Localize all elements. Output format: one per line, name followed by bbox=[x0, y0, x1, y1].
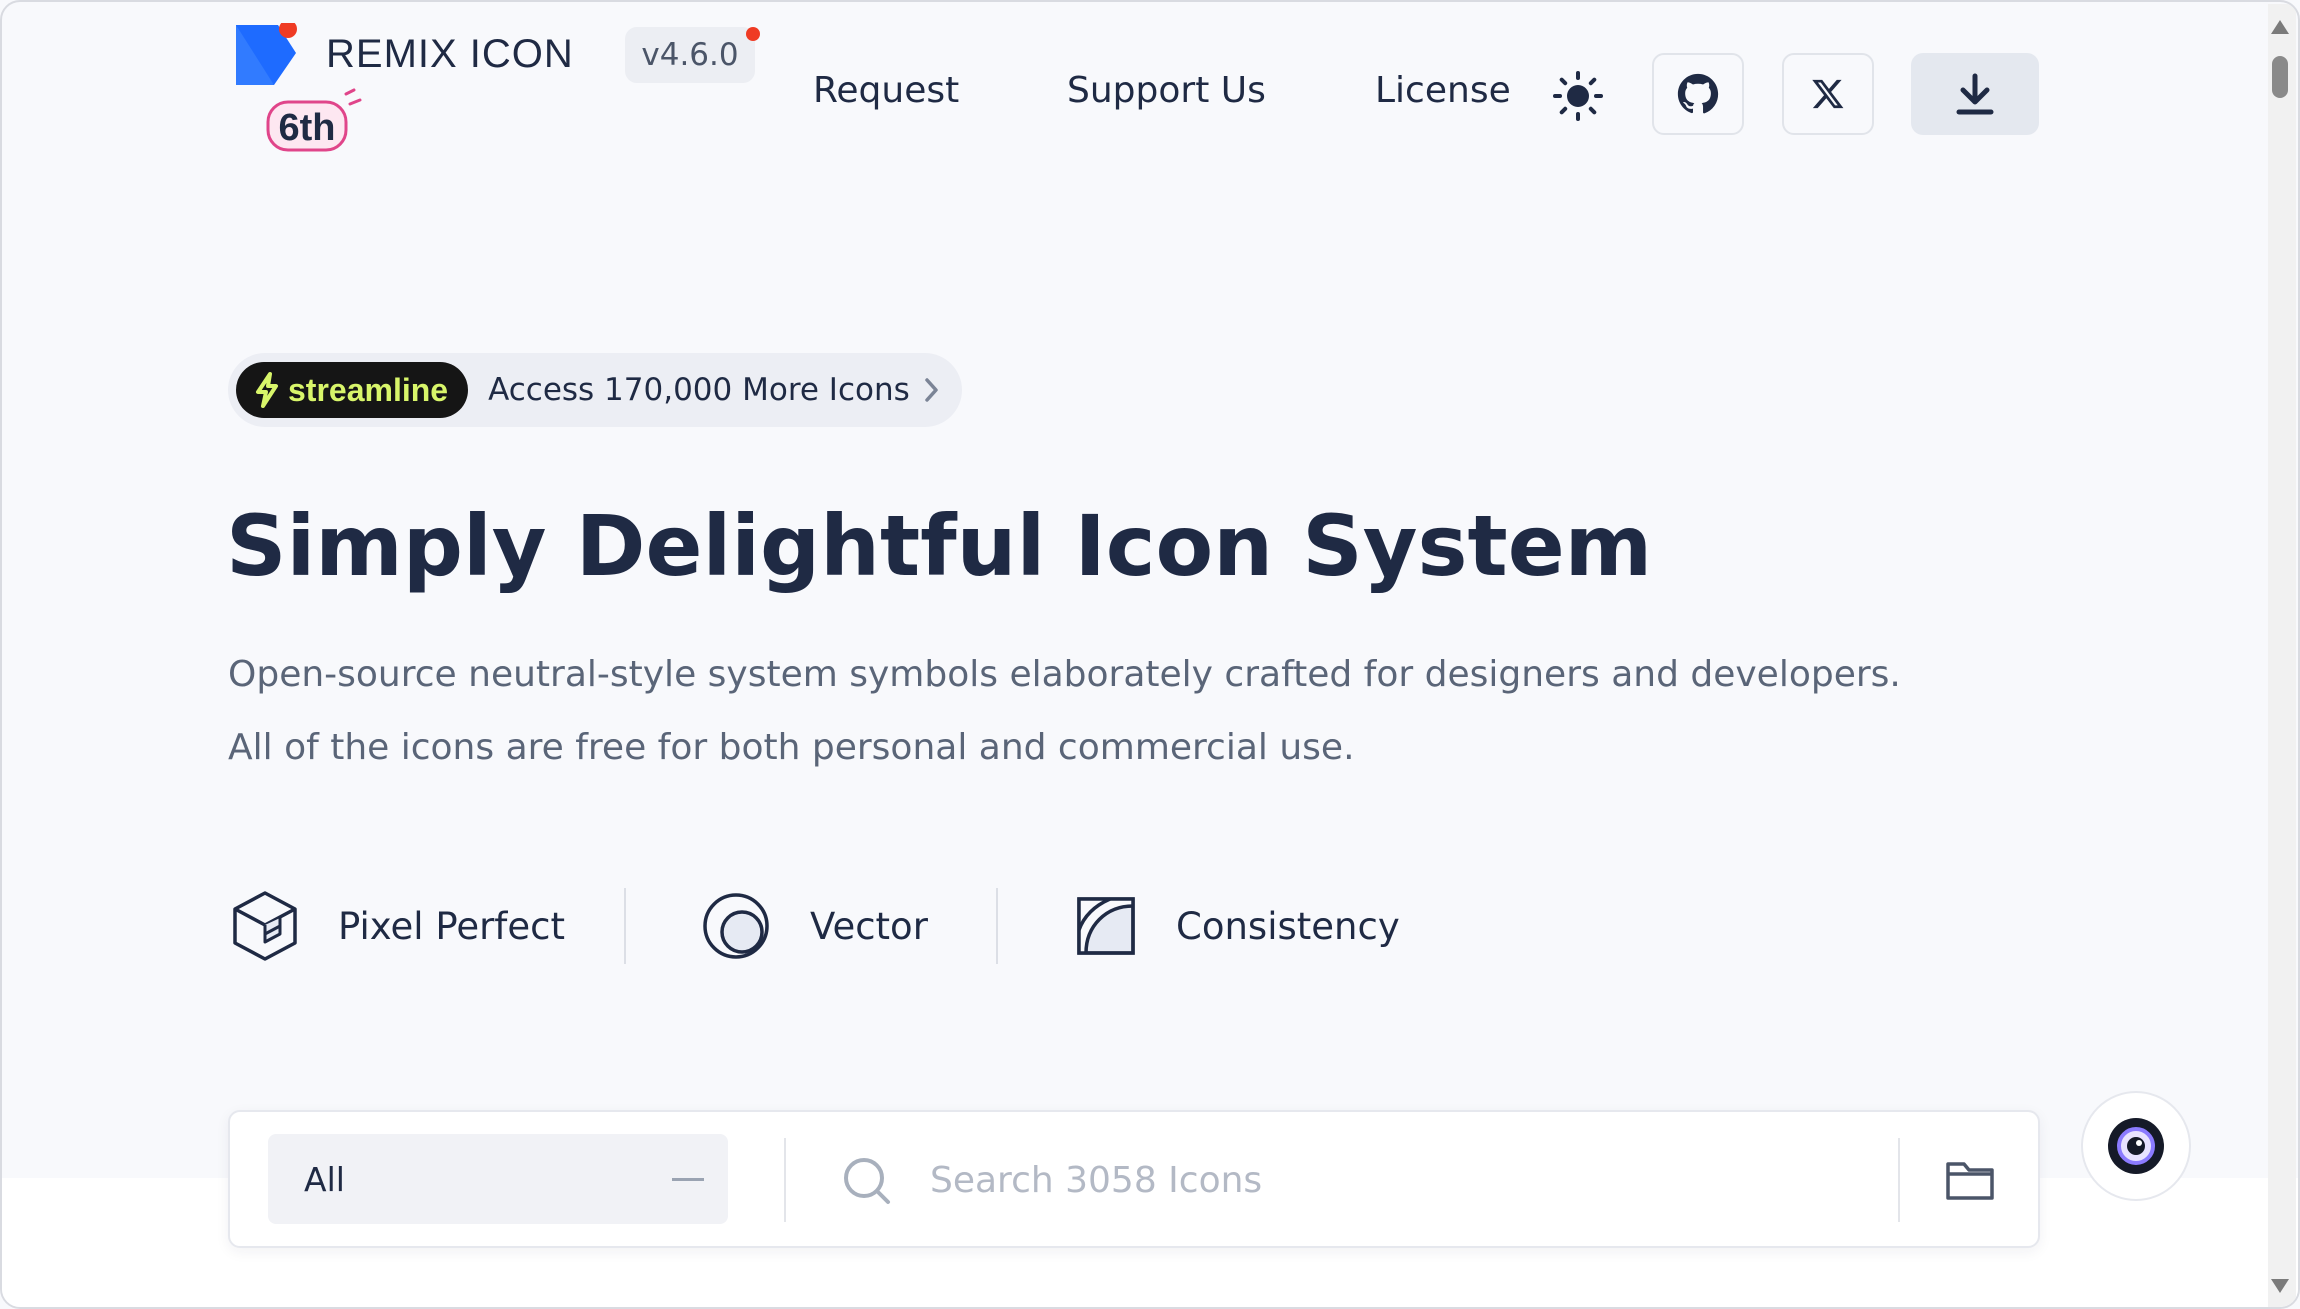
remix-logo-icon[interactable] bbox=[234, 20, 298, 87]
feature-label: Pixel Perfect bbox=[338, 904, 565, 948]
browser-frame: REMIX ICON v4.6.0 6th Request Support Us… bbox=[0, 0, 2300, 1309]
folder-icon bbox=[1946, 1162, 1994, 1200]
page-scrollbar[interactable] bbox=[2268, 4, 2296, 1307]
sun-icon bbox=[1553, 71, 1603, 121]
floating-assistant-button[interactable] bbox=[2081, 1091, 2191, 1201]
curve-icon bbox=[1077, 897, 1135, 955]
streamline-promo-link[interactable]: streamline Access 170,000 More Icons bbox=[228, 353, 962, 427]
feature-vector: Vector bbox=[702, 889, 928, 963]
scrollbar-thumb[interactable] bbox=[2272, 56, 2288, 98]
hero-title: Simply Delightful Icon System bbox=[226, 497, 1653, 595]
x-icon bbox=[1812, 79, 1844, 109]
github-button[interactable] bbox=[1652, 53, 1744, 135]
streamline-logo-icon bbox=[256, 372, 278, 408]
version-notification-dot bbox=[746, 27, 760, 41]
streamline-brand-text: streamline bbox=[288, 371, 449, 408]
search-bar: All bbox=[228, 1110, 2040, 1248]
search-divider bbox=[1898, 1138, 1900, 1222]
promo-text: Access 170,000 More Icons bbox=[488, 372, 910, 408]
feature-label: Vector bbox=[810, 904, 928, 948]
cube-icon bbox=[233, 891, 297, 961]
chevron-right-icon bbox=[924, 377, 940, 403]
feature-divider bbox=[996, 888, 998, 964]
collections-button[interactable] bbox=[1940, 1152, 2000, 1208]
x-twitter-button[interactable] bbox=[1782, 53, 1874, 135]
anniversary-badge-text: 6th bbox=[279, 107, 336, 149]
circle-icon bbox=[703, 893, 769, 959]
feature-label: Consistency bbox=[1176, 904, 1400, 948]
nav-support-us-link[interactable]: Support Us bbox=[1067, 70, 1266, 111]
feature-pixel-perfect: Pixel Perfect bbox=[232, 889, 565, 963]
brand-name[interactable]: REMIX ICON bbox=[326, 32, 574, 77]
download-icon bbox=[1956, 73, 1994, 115]
theme-toggle-button[interactable] bbox=[1552, 70, 1604, 122]
github-icon bbox=[1677, 73, 1719, 114]
anniversary-badge: 6th bbox=[266, 88, 362, 154]
scroll-down-arrow-icon[interactable] bbox=[2271, 1279, 2289, 1293]
feature-consistency: Consistency bbox=[1076, 889, 1400, 963]
nav-request-link[interactable]: Request bbox=[813, 70, 959, 111]
version-badge[interactable]: v4.6.0 bbox=[625, 27, 755, 83]
hero-description-line-1: Open-source neutral-style system symbols… bbox=[228, 654, 1901, 695]
scroll-up-arrow-icon[interactable] bbox=[2271, 20, 2289, 34]
search-input[interactable] bbox=[930, 1142, 1870, 1218]
hero-description-line-2: All of the icons are free for both perso… bbox=[228, 727, 1355, 768]
feature-divider bbox=[624, 888, 626, 964]
search-divider bbox=[784, 1138, 786, 1222]
nav-license-link[interactable]: License bbox=[1375, 70, 1511, 111]
category-select-value: All bbox=[304, 1159, 345, 1199]
category-select[interactable]: All bbox=[268, 1134, 728, 1224]
download-button[interactable] bbox=[1911, 53, 2039, 135]
collapse-icon bbox=[672, 1178, 704, 1181]
streamline-logo: streamline bbox=[236, 362, 469, 418]
search-icon bbox=[842, 1156, 894, 1208]
eye-icon bbox=[2108, 1118, 2164, 1174]
